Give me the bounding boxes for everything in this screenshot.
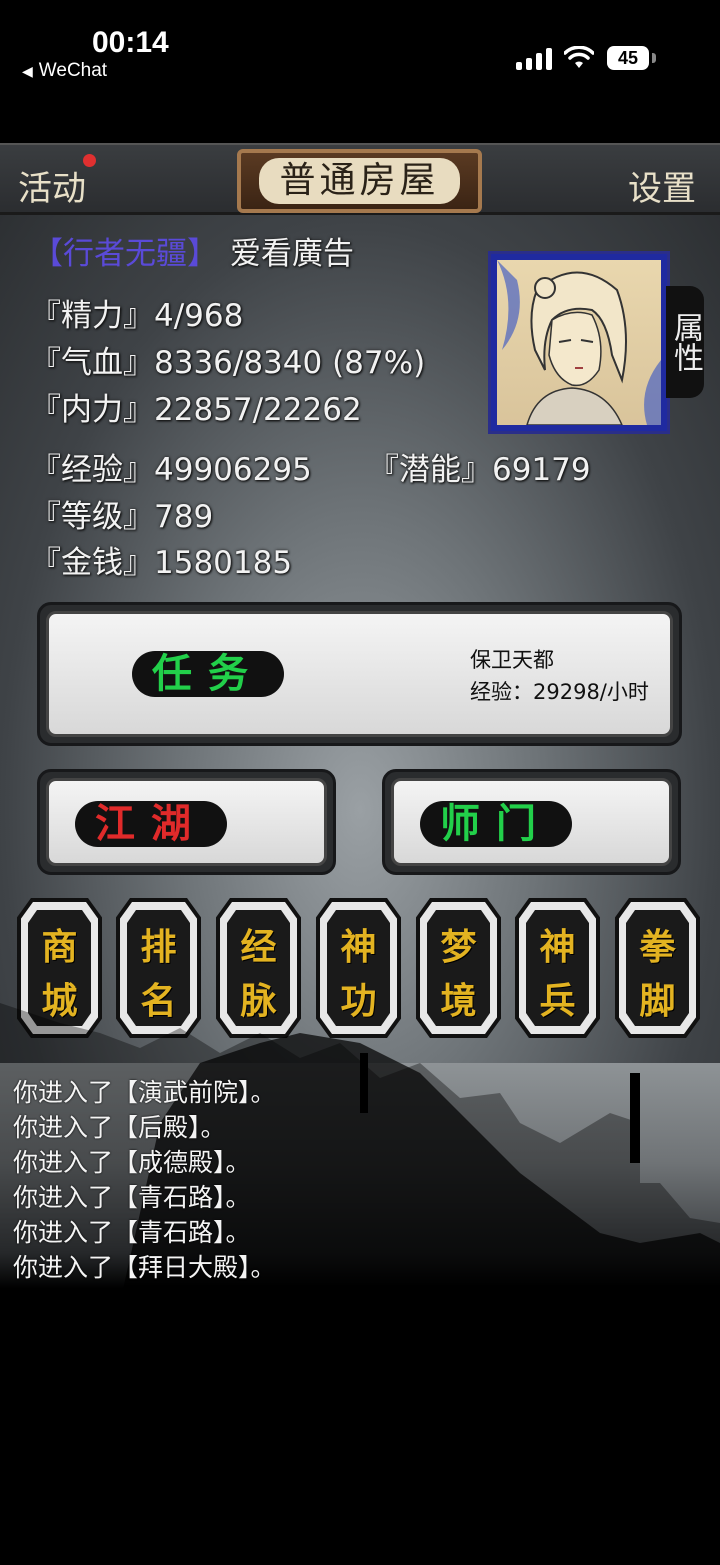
wifi-icon bbox=[564, 46, 594, 68]
log-line: 你进入了【青石路】。 bbox=[13, 1218, 251, 1247]
back-label: WeChat bbox=[38, 60, 108, 81]
settings-button[interactable]: 设置 bbox=[628, 161, 696, 210]
location-title-plaque: 普通房屋 bbox=[237, 149, 482, 213]
log-line: 你进入了【成德殿】。 bbox=[13, 1148, 251, 1177]
log-line: 你进入了【演武前院】。 bbox=[13, 1078, 276, 1107]
battery-tip bbox=[652, 53, 656, 63]
activity-button[interactable]: 活动 bbox=[18, 161, 86, 210]
portrait-image bbox=[497, 260, 661, 425]
shimen-label: 师门 bbox=[420, 801, 572, 847]
cellular-signal-icon bbox=[516, 48, 552, 70]
character-portrait[interactable] bbox=[488, 251, 670, 434]
stat-hp: 『气血』8336/8340 (87%) bbox=[30, 345, 426, 381]
player-name: 爱看廣告 bbox=[230, 236, 354, 272]
skill-char-top: 排 bbox=[140, 926, 177, 968]
status-bar: 00:14 ◀ WeChat 45 bbox=[0, 0, 720, 100]
back-to-wechat[interactable]: ◀ WeChat bbox=[22, 60, 107, 82]
quest-exp-rate: 经验：29298/小时 bbox=[470, 680, 649, 704]
attributes-tab[interactable]: 属性 bbox=[666, 286, 704, 398]
clock: 00:14 bbox=[92, 26, 169, 59]
quest-target: 保卫天都 bbox=[470, 648, 554, 672]
log-line: 你进入了【青石路】。 bbox=[13, 1183, 251, 1212]
skill-char-top: 神 bbox=[539, 926, 576, 968]
skill-char-top: 拳 bbox=[639, 926, 676, 968]
quest-info: 保卫天都 经验：29298/小时 bbox=[470, 644, 649, 708]
stat-energy: 『精力』4/968 bbox=[30, 298, 244, 334]
stat-money: 『金钱』1580185 bbox=[30, 545, 293, 581]
skill-char-top: 梦 bbox=[440, 926, 477, 968]
stat-level: 『等级』789 bbox=[30, 499, 214, 535]
guild-name: 【行者无疆】 bbox=[32, 236, 218, 272]
notification-dot bbox=[83, 154, 96, 167]
battery-icon: 45 bbox=[607, 46, 649, 70]
portrait-drawing bbox=[497, 260, 661, 425]
skill-char-top: 神 bbox=[340, 926, 377, 968]
message-log[interactable]: 你进入了【演武前院】。 你进入了【后殿】。 你进入了【成德殿】。 你进入了【青石… bbox=[0, 1003, 720, 1565]
stat-experience: 『经验』49906295 bbox=[30, 452, 312, 488]
skill-char-top: 经 bbox=[240, 926, 277, 968]
stat-inner-power: 『内力』22857/22262 bbox=[30, 392, 362, 428]
log-line: 你进入了【拜日大殿】。 bbox=[13, 1253, 276, 1282]
log-line: 你进入了【后殿】。 bbox=[13, 1113, 226, 1142]
back-arrow-icon: ◀ bbox=[22, 63, 33, 79]
jianghu-label: 江湖 bbox=[75, 801, 227, 847]
stat-potential: 『潜能』69179 bbox=[368, 452, 591, 488]
top-bar: 活动 普通房屋 设置 bbox=[0, 143, 720, 215]
quest-label: 任务 bbox=[132, 651, 284, 697]
skill-char-top: 商 bbox=[41, 926, 78, 968]
location-title: 普通房屋 bbox=[259, 158, 460, 204]
